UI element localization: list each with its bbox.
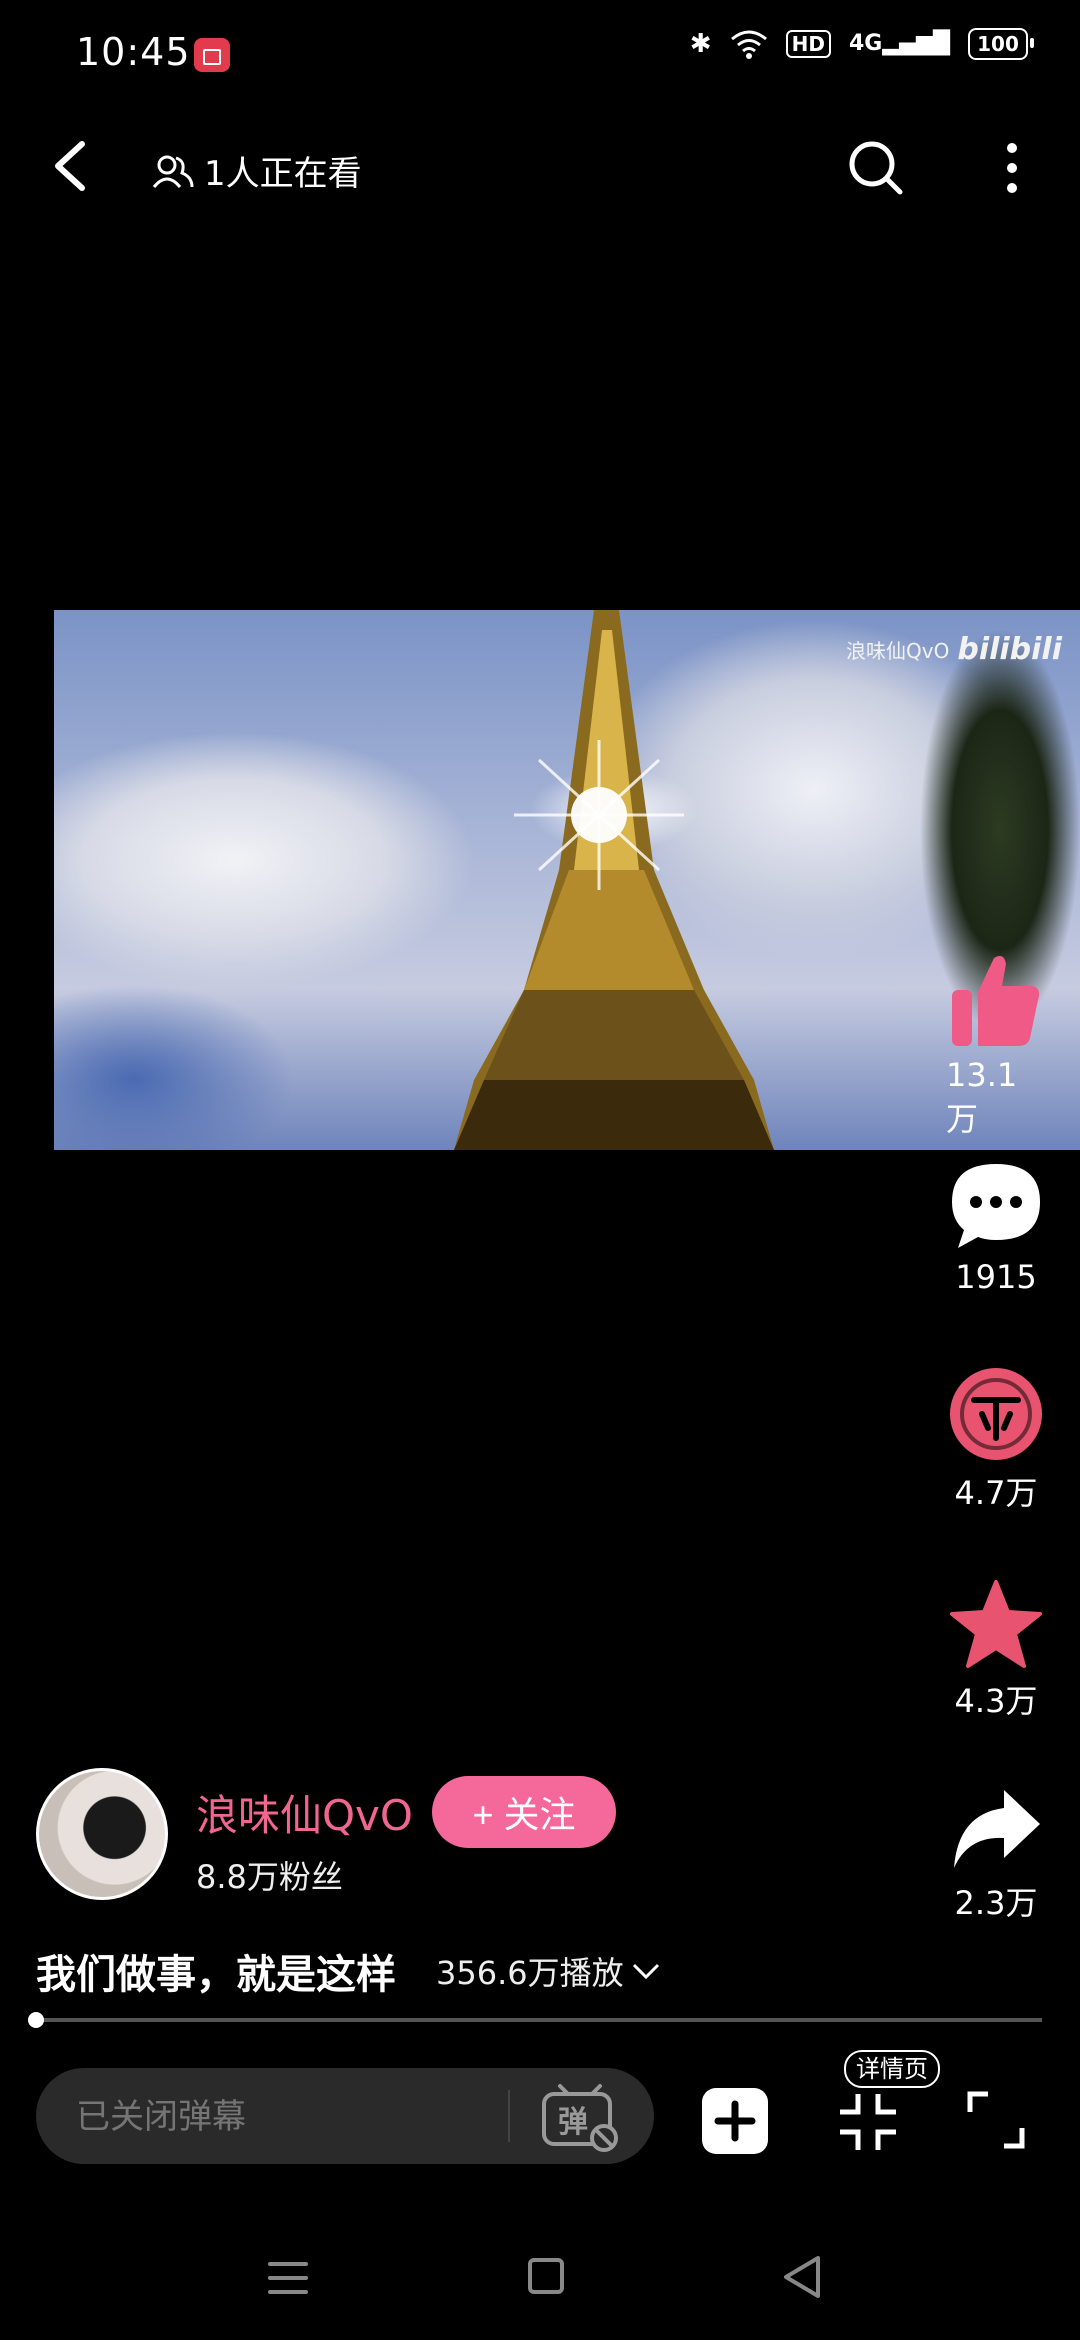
- screen-record-icon: [194, 38, 230, 72]
- author-name[interactable]: 浪味仙QvO: [196, 1782, 413, 1843]
- exit-fullscreen-icon[interactable]: [836, 2090, 900, 2154]
- follow-button[interactable]: + 关注: [432, 1776, 616, 1848]
- viewer-count-label: 1人正在看: [204, 154, 362, 194]
- watermark-user: 浪味仙QvO: [846, 639, 950, 663]
- comment-button[interactable]: 1915: [946, 1160, 1046, 1296]
- people-icon: [152, 155, 194, 188]
- cellular-icon: 4G▂▄▆█: [848, 31, 950, 56]
- video-player[interactable]: 浪味仙QvO bilibili: [54, 610, 1080, 1150]
- comment-count: 1915: [955, 1258, 1037, 1296]
- chevron-down-icon: [632, 1963, 659, 1980]
- danmaku-toggle-icon[interactable]: 弹: [540, 2082, 620, 2152]
- back-icon[interactable]: [44, 136, 104, 196]
- nav-home-icon[interactable]: [528, 2258, 564, 2294]
- thumbs-up-icon: [952, 956, 1040, 1046]
- share-count: 2.3万: [954, 1884, 1038, 1922]
- wifi-icon: [730, 30, 767, 59]
- more-icon[interactable]: [994, 138, 1030, 198]
- favorite-button[interactable]: 4.3万: [946, 1578, 1046, 1722]
- status-icons: ✱ HD 4G▂▄▆█ 100: [689, 28, 1034, 60]
- share-icon: [954, 1790, 1040, 1868]
- like-button[interactable]: 13.1万: [946, 950, 1046, 1140]
- comment-icon: [952, 1164, 1040, 1248]
- viewer-count: 1人正在看: [152, 146, 362, 195]
- coin-icon: [950, 1368, 1042, 1460]
- video-watermark: 浪味仙QvO bilibili: [846, 632, 1062, 667]
- like-count: 13.1万: [946, 1056, 1018, 1138]
- progress-track[interactable]: [36, 2018, 1042, 2022]
- network-label: 4G: [848, 31, 883, 56]
- favorite-count: 4.3万: [954, 1682, 1038, 1720]
- coin-button[interactable]: 4.7万: [946, 1366, 1046, 1514]
- fans-count: 8.8万粉丝: [196, 1858, 343, 1896]
- coin-count: 4.7万: [954, 1474, 1038, 1512]
- bluetooth-icon: ✱: [689, 29, 712, 59]
- share-button[interactable]: 2.3万: [946, 1786, 1046, 1924]
- danmaku-divider: [508, 2090, 510, 2142]
- search-icon[interactable]: [846, 138, 906, 198]
- hd-icon: HD: [785, 30, 831, 58]
- danmaku-bar[interactable]: 弹: [36, 2068, 654, 2166]
- bilibili-logo: bilibili: [957, 632, 1062, 667]
- status-time: 10:45: [76, 30, 191, 74]
- add-button[interactable]: [702, 2088, 768, 2154]
- plus-icon: [714, 2100, 756, 2142]
- battery-icon: 100: [968, 28, 1034, 60]
- play-count-label: 356.6万播放: [436, 1954, 624, 1992]
- video-spire: [454, 610, 774, 1150]
- star-icon: [950, 1580, 1042, 1668]
- avatar[interactable]: [36, 1768, 168, 1900]
- nav-back-icon[interactable]: [780, 2254, 824, 2300]
- progress-handle[interactable]: [28, 2012, 44, 2028]
- danmaku-input[interactable]: [74, 2068, 498, 2166]
- danmaku-icon-text: 弹: [558, 2105, 588, 2140]
- video-title: 我们做事，就是这样: [36, 1952, 396, 1998]
- fullscreen-icon[interactable]: [966, 2090, 1026, 2150]
- play-count[interactable]: 356.6万播放: [436, 1948, 660, 1994]
- detail-page-tag[interactable]: 详情页: [844, 2050, 940, 2088]
- nav-menu-icon[interactable]: [266, 2258, 310, 2298]
